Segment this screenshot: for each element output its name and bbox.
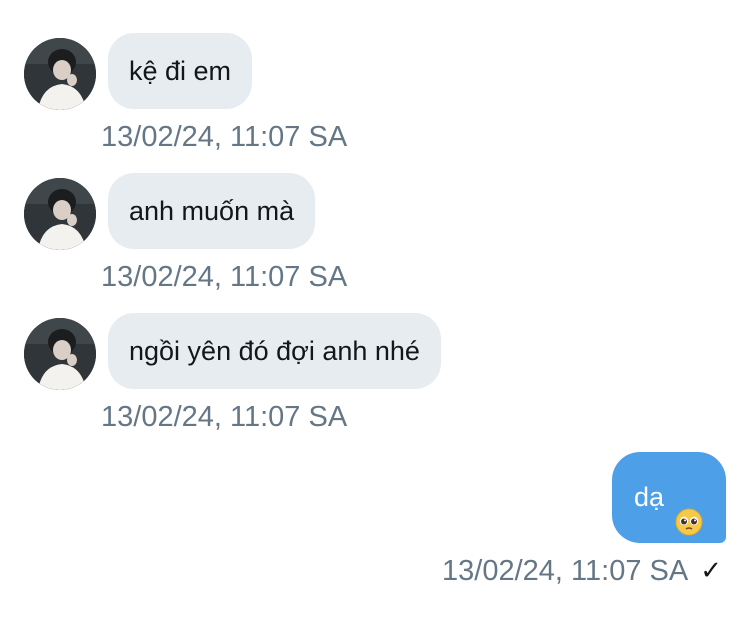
message-timestamp: 13/02/24, 11:07 SA [101,401,348,433]
avatar[interactable] [24,38,96,110]
message-text: dạ [633,482,664,512]
message-timestamp-outgoing: 13/02/24, 11:07 SA ✓ [442,554,722,588]
message-bubble[interactable]: anh muốn mà [108,173,316,249]
message-text: ngồi yên đó đợi anh nhé [129,336,420,366]
avatar[interactable] [24,178,96,250]
message-bubble-outgoing[interactable]: dạ [611,452,726,543]
avatar[interactable] [24,318,96,390]
message-bubble[interactable]: ngồi yên đó đợi anh nhé [108,313,441,389]
chat-conversation: kệ đi em 13/02/24, 11:07 SA anh muốn mà … [0,0,750,624]
message-timestamp: 13/02/24, 11:07 SA [101,261,348,293]
message-text: anh muốn mà [129,196,295,226]
message-timestamp: 13/02/24, 11:07 SA [101,121,348,153]
message-text: kệ đi em [129,56,232,86]
message-timestamp: 13/02/24, 11:07 SA [442,555,689,587]
check-icon: ✓ [700,556,722,586]
pleading-face-emoji-icon [674,483,704,535]
message-bubble[interactable]: kệ đi em [108,33,253,109]
